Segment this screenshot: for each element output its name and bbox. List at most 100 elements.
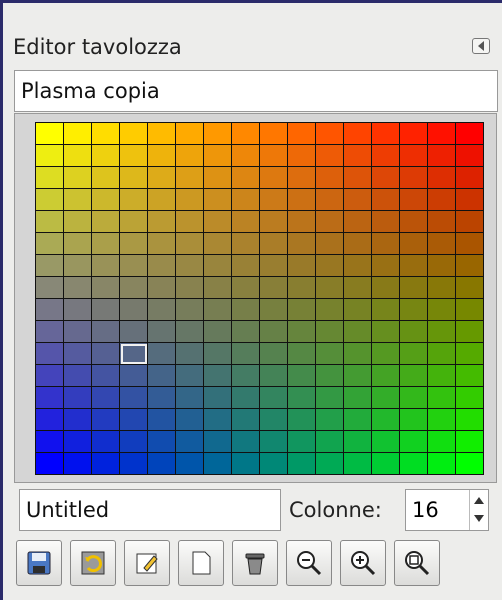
color-swatch[interactable]: [456, 255, 484, 277]
color-swatch[interactable]: [92, 321, 120, 343]
color-swatch[interactable]: [288, 145, 316, 167]
color-swatch[interactable]: [176, 431, 204, 453]
color-swatch[interactable]: [316, 299, 344, 321]
color-swatch[interactable]: [372, 167, 400, 189]
color-swatch[interactable]: [176, 167, 204, 189]
color-swatch[interactable]: [176, 299, 204, 321]
zoom-out-button[interactable]: [286, 540, 332, 586]
color-swatch[interactable]: [64, 211, 92, 233]
color-swatch[interactable]: [120, 145, 148, 167]
color-swatch[interactable]: [148, 211, 176, 233]
color-swatch[interactable]: [316, 255, 344, 277]
color-swatch[interactable]: [232, 343, 260, 365]
color-swatch[interactable]: [428, 277, 456, 299]
color-swatch[interactable]: [316, 145, 344, 167]
delete-color-button[interactable]: [232, 540, 278, 586]
color-swatch[interactable]: [120, 299, 148, 321]
color-swatch[interactable]: [148, 387, 176, 409]
color-swatch[interactable]: [36, 123, 64, 145]
color-swatch[interactable]: [260, 189, 288, 211]
color-swatch[interactable]: [120, 321, 148, 343]
color-swatch[interactable]: [372, 299, 400, 321]
color-swatch[interactable]: [400, 255, 428, 277]
color-swatch[interactable]: [344, 255, 372, 277]
color-swatch[interactable]: [64, 277, 92, 299]
color-swatch[interactable]: [64, 431, 92, 453]
color-swatch[interactable]: [92, 343, 120, 365]
color-swatch[interactable]: [232, 387, 260, 409]
color-swatch[interactable]: [36, 343, 64, 365]
color-swatch[interactable]: [120, 453, 148, 475]
color-swatch[interactable]: [372, 211, 400, 233]
color-swatch[interactable]: [260, 343, 288, 365]
color-swatch[interactable]: [400, 233, 428, 255]
color-swatch[interactable]: [148, 255, 176, 277]
color-swatch[interactable]: [372, 277, 400, 299]
color-swatch[interactable]: [232, 233, 260, 255]
color-swatch[interactable]: [176, 145, 204, 167]
color-swatch[interactable]: [176, 123, 204, 145]
color-swatch[interactable]: [372, 387, 400, 409]
color-swatch[interactable]: [92, 255, 120, 277]
color-swatch[interactable]: [92, 431, 120, 453]
color-swatch[interactable]: [288, 299, 316, 321]
color-swatch[interactable]: [204, 453, 232, 475]
color-swatch[interactable]: [232, 365, 260, 387]
color-swatch[interactable]: [64, 409, 92, 431]
color-swatch[interactable]: [36, 211, 64, 233]
color-swatch[interactable]: [204, 277, 232, 299]
color-swatch[interactable]: [288, 365, 316, 387]
color-swatch[interactable]: [204, 123, 232, 145]
color-swatch[interactable]: [232, 167, 260, 189]
color-swatch[interactable]: [344, 453, 372, 475]
color-swatch[interactable]: [344, 365, 372, 387]
color-swatch[interactable]: [344, 211, 372, 233]
color-swatch[interactable]: [120, 211, 148, 233]
color-swatch[interactable]: [176, 387, 204, 409]
color-swatch[interactable]: [148, 123, 176, 145]
color-swatch[interactable]: [372, 233, 400, 255]
color-swatch[interactable]: [400, 365, 428, 387]
color-swatch[interactable]: [148, 299, 176, 321]
color-swatch[interactable]: [288, 277, 316, 299]
color-swatch[interactable]: [148, 365, 176, 387]
color-swatch[interactable]: [400, 299, 428, 321]
color-swatch[interactable]: [428, 123, 456, 145]
color-swatch[interactable]: [316, 321, 344, 343]
color-swatch[interactable]: [428, 255, 456, 277]
color-swatch[interactable]: [400, 321, 428, 343]
color-swatch[interactable]: [288, 233, 316, 255]
color-swatch[interactable]: [400, 211, 428, 233]
color-swatch[interactable]: [92, 299, 120, 321]
color-swatch[interactable]: [316, 167, 344, 189]
color-swatch[interactable]: [232, 211, 260, 233]
color-swatch[interactable]: [344, 409, 372, 431]
color-swatch[interactable]: [316, 343, 344, 365]
color-swatch[interactable]: [64, 123, 92, 145]
color-swatch[interactable]: [204, 321, 232, 343]
color-swatch[interactable]: [148, 431, 176, 453]
color-swatch[interactable]: [232, 189, 260, 211]
color-swatch[interactable]: [36, 145, 64, 167]
color-swatch[interactable]: [36, 255, 64, 277]
color-swatch[interactable]: [36, 409, 64, 431]
color-swatch[interactable]: [428, 299, 456, 321]
color-swatch[interactable]: [260, 255, 288, 277]
color-swatch[interactable]: [400, 145, 428, 167]
color-swatch[interactable]: [120, 233, 148, 255]
color-swatch[interactable]: [260, 299, 288, 321]
color-swatch[interactable]: [64, 299, 92, 321]
color-swatch[interactable]: [36, 277, 64, 299]
color-swatch[interactable]: [36, 453, 64, 475]
color-swatch[interactable]: [232, 321, 260, 343]
color-swatch[interactable]: [288, 343, 316, 365]
color-swatch[interactable]: [344, 233, 372, 255]
color-swatch[interactable]: [372, 431, 400, 453]
color-swatch[interactable]: [148, 277, 176, 299]
color-swatch[interactable]: [176, 277, 204, 299]
color-swatch[interactable]: [260, 123, 288, 145]
color-swatch[interactable]: [400, 277, 428, 299]
color-swatch[interactable]: [400, 167, 428, 189]
palette-name-field[interactable]: Plasma copia: [14, 70, 498, 112]
color-swatch[interactable]: [288, 123, 316, 145]
